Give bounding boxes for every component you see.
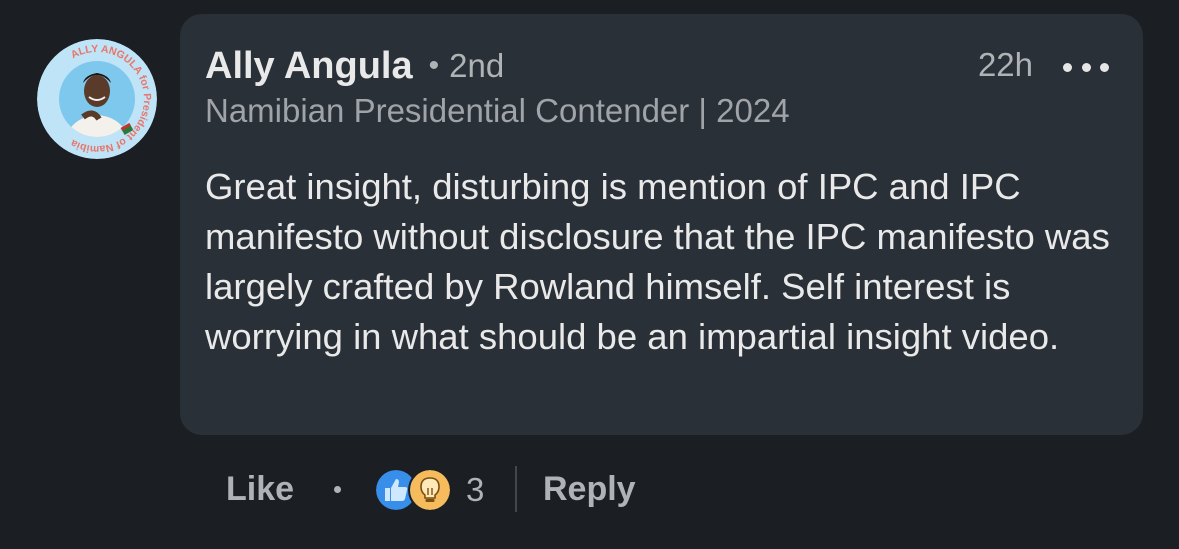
avatar[interactable]: ALLY ANGULA for President of Namibia bbox=[37, 39, 157, 159]
more-dot bbox=[1100, 62, 1109, 72]
comment-actions: Like 3 Reply bbox=[0, 462, 1179, 518]
author-name[interactable]: Ally Angula bbox=[205, 45, 413, 88]
like-button[interactable]: Like bbox=[226, 470, 294, 509]
comment-thread: ALLY ANGULA for President of Namibia All… bbox=[0, 0, 1179, 549]
connection-degree: 2nd bbox=[449, 47, 505, 84]
divider bbox=[515, 466, 517, 512]
comment-text: Great insight, disturbing is mention of … bbox=[205, 166, 1110, 357]
reactions-summary[interactable]: 3 bbox=[374, 468, 484, 512]
insightful-reaction-icon bbox=[408, 468, 452, 512]
reply-button[interactable]: Reply bbox=[543, 470, 636, 509]
separator-dot: • bbox=[428, 49, 440, 82]
more-options-icon[interactable] bbox=[1063, 58, 1109, 76]
avatar-image: ALLY ANGULA for President of Namibia bbox=[37, 39, 157, 159]
author-line: Ally Angula • 2nd bbox=[205, 44, 504, 88]
more-dot bbox=[1063, 62, 1072, 72]
comment-timestamp: 22h bbox=[977, 46, 1033, 83]
reaction-count: 3 bbox=[466, 471, 485, 508]
comment-card: Ally Angula • 2nd 22h Namibian President… bbox=[180, 14, 1143, 435]
more-dot bbox=[1081, 62, 1091, 72]
author-headline: Namibian Presidential Contender | 2024 bbox=[205, 92, 790, 129]
separator-dot bbox=[334, 486, 341, 493]
